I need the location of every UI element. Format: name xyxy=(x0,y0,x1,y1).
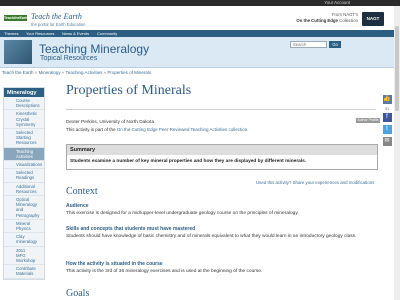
course-fit-heading: How the activity is situated in the cour… xyxy=(66,261,163,267)
nav-news-events[interactable]: News & Events xyxy=(62,30,89,37)
nav-community[interactable]: Community xyxy=(97,30,117,37)
search-input[interactable] xyxy=(290,41,327,48)
sidebar-item-teaching-activities[interactable]: Teaching Activities xyxy=(4,147,44,162)
nagt-logo[interactable]: NAGT xyxy=(362,12,384,26)
breadcrumb: Teach the Earth » Mineralogy » Teaching … xyxy=(2,70,151,75)
sidebar-item-2011-mfg-workshop[interactable]: 2011 MFG Workshop xyxy=(4,247,44,266)
nagt-promo[interactable]: From NAGT's On the Cutting Edge Collecti… xyxy=(296,12,358,23)
sidebar-item-visualizations[interactable]: Visualizations xyxy=(4,161,44,170)
page-title: Properties of Minerals xyxy=(66,83,192,98)
sidebar-item-contribute-materials[interactable]: Contribute Materials xyxy=(4,265,44,279)
skills-text: Students should have knowledge of basic … xyxy=(66,234,357,239)
breadcrumb-teaching-activities[interactable]: Teaching Activities xyxy=(66,70,103,75)
mineral-thumbnail xyxy=(4,40,32,64)
sidebar-item-course-descriptions[interactable]: Course Descriptions xyxy=(4,97,44,111)
breadcrumb-separator: » xyxy=(61,70,65,75)
author-profile-button[interactable]: Author Profile xyxy=(356,118,380,123)
sidebar-item-mineral-physics[interactable]: Mineral Physics xyxy=(4,220,44,234)
nav-themes[interactable]: Themes xyxy=(4,30,18,37)
breadcrumb-mineralogy[interactable]: Mineralogy xyxy=(39,70,61,75)
site-subtitle: the portal for Earth Education xyxy=(31,22,86,27)
goals-heading: Goals xyxy=(66,288,90,299)
logo-text: TeachtheEarth xyxy=(4,16,29,20)
site-header: TeachtheEarth Teach the Earth the portal… xyxy=(0,6,400,30)
sidebar-nav: Mineralogy Course Descriptions Kinesthet… xyxy=(3,87,45,280)
main-nav: Themes Your Resources News & Events Comm… xyxy=(0,30,400,37)
section-title[interactable]: Teaching Mineralogy xyxy=(39,42,149,56)
promo-collection-name: On the Cutting Edge xyxy=(296,17,338,23)
teach-the-earth-logo[interactable]: TeachtheEarth xyxy=(4,15,29,21)
scrollbar-thumb[interactable] xyxy=(395,26,399,111)
breadcrumb-separator: » xyxy=(34,70,38,75)
audience-heading: Audience xyxy=(66,203,89,209)
promo-collection-suffix: Collection xyxy=(339,17,358,23)
main-content: Properties of Minerals Author Profile De… xyxy=(66,83,380,299)
site-title[interactable]: Teach the Earth xyxy=(31,12,82,21)
sidebar-item-kinesthetic-crystal-symmetry[interactable]: Kinesthetic Crystal Symmetry xyxy=(4,110,44,130)
section-subtitle: Topical Resources xyxy=(40,55,98,62)
nagt-logo-text: NAGT xyxy=(366,16,380,21)
audience-text: This exercise is designed for a mid/uppe… xyxy=(66,211,299,216)
nav-your-resources[interactable]: Your Resources xyxy=(26,30,54,37)
like-count: 31 xyxy=(384,107,390,111)
sidebar-item-selected-starting-resources[interactable]: Selected Starting Resources xyxy=(4,129,44,148)
social-share-bar: 👍 31 f t ✉ xyxy=(380,93,394,149)
thumbs-up-icon[interactable]: 👍 xyxy=(382,95,392,104)
search-go-button[interactable]: Go xyxy=(329,41,341,48)
facebook-icon[interactable]: f xyxy=(382,113,392,122)
context-heading: Context xyxy=(66,186,98,197)
sidebar-item-additional-resources[interactable]: Additional Resources xyxy=(4,183,44,197)
sidebar-item-selected-readings[interactable]: Selected Readings xyxy=(4,169,44,183)
share-experience-link[interactable]: Used this activity? Share your experienc… xyxy=(256,180,374,185)
author-line: Dexter Perkins, University of North Dako… xyxy=(66,119,155,124)
skills-heading: Skills and concepts that students must h… xyxy=(66,226,196,232)
twitter-icon[interactable]: t xyxy=(382,125,392,134)
sidebar-item-optical-mineralogy[interactable]: Optical Mineralogy and Petrography xyxy=(4,196,44,220)
collection-note: This activity is part of the On the Cutt… xyxy=(66,127,249,132)
collection-note-prefix: This activity is part of the xyxy=(66,127,116,132)
section-banner: Teaching Mineralogy Topical Resources Go xyxy=(0,37,400,68)
sidebar-item-clay-mineralogy[interactable]: Clay mineralogy xyxy=(4,233,44,247)
breadcrumb-current: Properties of Minerals xyxy=(107,70,152,75)
email-icon[interactable]: ✉ xyxy=(382,137,392,146)
breadcrumb-teach-the-earth[interactable]: Teach the Earth xyxy=(2,70,34,75)
title-divider xyxy=(66,109,376,110)
summary-box: Summary Students examine a number of key… xyxy=(66,144,378,170)
collection-link[interactable]: On the Cutting Edge Peer Reviewed Teachi… xyxy=(117,127,248,132)
summary-heading: Summary xyxy=(67,145,377,155)
course-fit-text: This activity is the 3rd of 36 mineralog… xyxy=(66,269,263,274)
promo-collection: On the Cutting Edge Collection xyxy=(296,18,358,24)
page-scrollbar[interactable] xyxy=(394,6,400,300)
sidebar-title[interactable]: Mineralogy xyxy=(4,88,44,97)
summary-text: Students examine a number of key mineral… xyxy=(70,159,307,164)
breadcrumb-separator: » xyxy=(103,70,107,75)
